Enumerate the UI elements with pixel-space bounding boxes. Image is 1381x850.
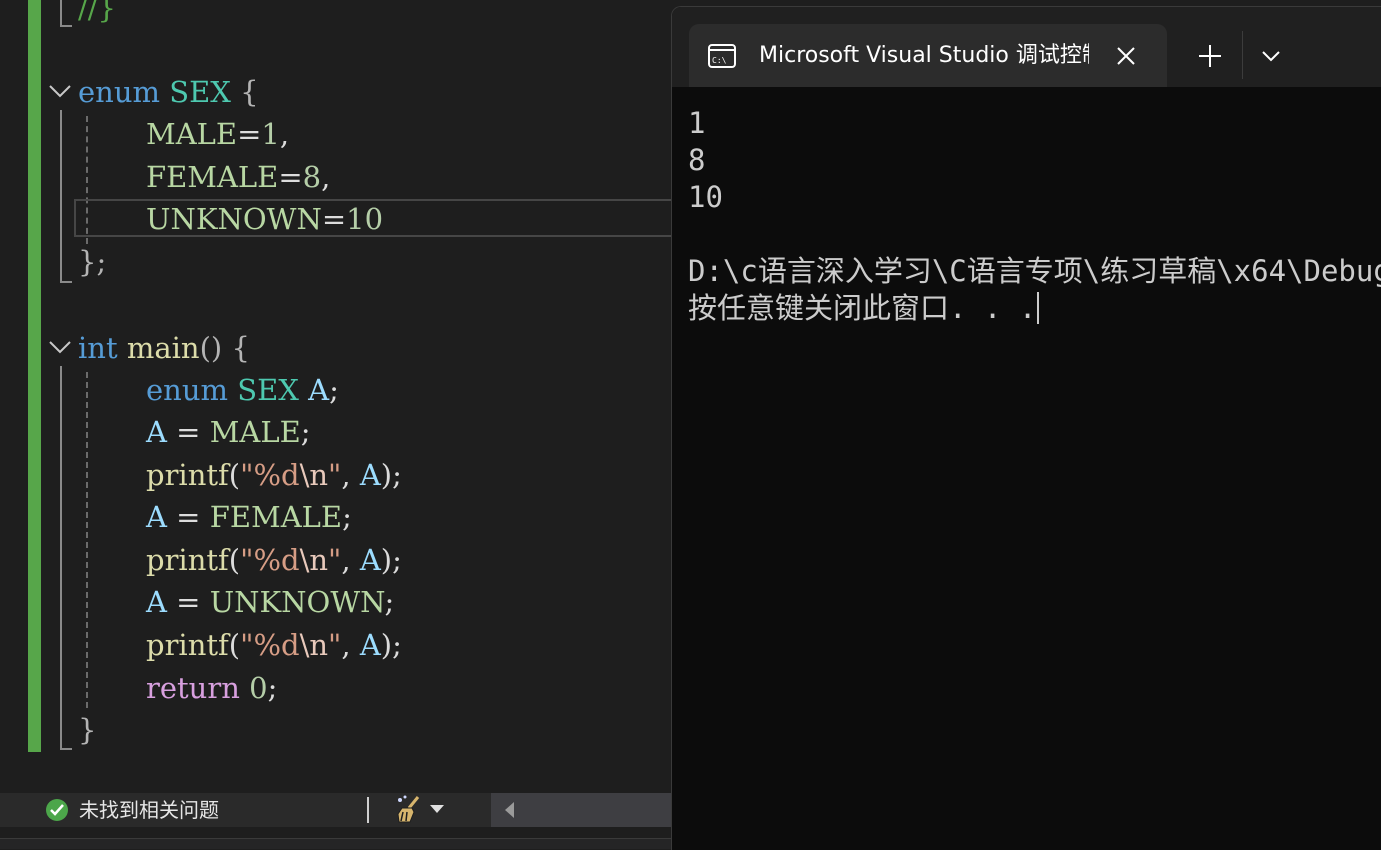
code-line: }; <box>78 245 107 279</box>
terminal-window[interactable]: C:\ Microsoft Visual Studio 调试控制台 1810 D:… <box>671 6 1381 850</box>
code-line: enum SEX A; <box>146 373 339 407</box>
close-icon[interactable] <box>1113 43 1139 69</box>
output-line: 1 <box>688 106 706 140</box>
tab-debug-console[interactable]: C:\ Microsoft Visual Studio 调试控制台 <box>689 24 1167 87</box>
code-line: } <box>78 713 97 747</box>
divider <box>1242 31 1243 79</box>
outline-guide <box>60 748 72 750</box>
outline-guide <box>60 110 62 282</box>
chevron-down-icon[interactable] <box>430 805 444 813</box>
prompt-line: 按任意键关闭此窗口. . . <box>688 291 1037 325</box>
change-tracking-bar <box>28 0 41 752</box>
output-line: 8 <box>688 143 706 177</box>
output-line: D:\c语言深入学习\C语言专项\练习草稿\x64\Debug\练习草稿.exe <box>688 254 1381 288</box>
chevron-down-icon[interactable] <box>1260 47 1282 65</box>
issues-status-text[interactable]: 未找到相关问题 <box>79 797 219 823</box>
code-line: MALE=1, <box>146 117 290 151</box>
divider <box>367 797 369 823</box>
code-line: A = FEMALE; <box>146 500 352 534</box>
outline-guide <box>60 25 72 27</box>
outline-guide <box>60 366 62 750</box>
code-line: //} <box>78 0 116 25</box>
code-editor[interactable]: //} enum SEX { MALE=1, FEMALE=8, UNKNOWN… <box>0 0 671 849</box>
text-cursor <box>1037 292 1040 324</box>
code-line: printf("%d\n", A); <box>146 458 402 492</box>
outline-guide <box>60 0 62 26</box>
code-line: printf("%d\n", A); <box>146 628 402 662</box>
editor-bottom-border <box>0 838 671 849</box>
code-cleanup-icon[interactable] <box>396 794 426 828</box>
horizontal-scrollbar[interactable] <box>491 793 671 827</box>
console-output: 1810 D:\c语言深入学习\C语言专项\练习草稿\x64\Debug\练习草稿… <box>688 105 1381 327</box>
indent-guide <box>86 372 88 708</box>
tab-bar: C:\ Microsoft Visual Studio 调试控制台 <box>672 7 1381 87</box>
svg-text:C:\: C:\ <box>712 56 727 65</box>
scroll-left-icon[interactable] <box>505 802 514 818</box>
outline-guide <box>60 281 72 283</box>
collapse-icon[interactable] <box>47 72 73 112</box>
code-line: FEMALE=8, <box>146 160 331 194</box>
code-line: printf("%d\n", A); <box>146 543 402 577</box>
editor-status-bar: 未找到相关问题 <box>0 793 671 827</box>
code-line: A = UNKNOWN; <box>146 585 395 619</box>
code-line: UNKNOWN=10 <box>146 202 384 236</box>
output-line: 10 <box>688 180 723 214</box>
check-circle-icon <box>46 799 68 821</box>
code-line: enum SEX { <box>78 75 259 109</box>
code-line: int main() { <box>78 331 250 365</box>
tab-title: Microsoft Visual Studio 调试控制台 <box>759 43 1089 68</box>
new-tab-plus-icon[interactable] <box>1195 41 1225 71</box>
code-line: return 0; <box>146 671 278 705</box>
collapse-icon[interactable] <box>47 328 73 368</box>
command-prompt-icon: C:\ <box>708 44 736 68</box>
code-line: A = MALE; <box>146 415 311 449</box>
